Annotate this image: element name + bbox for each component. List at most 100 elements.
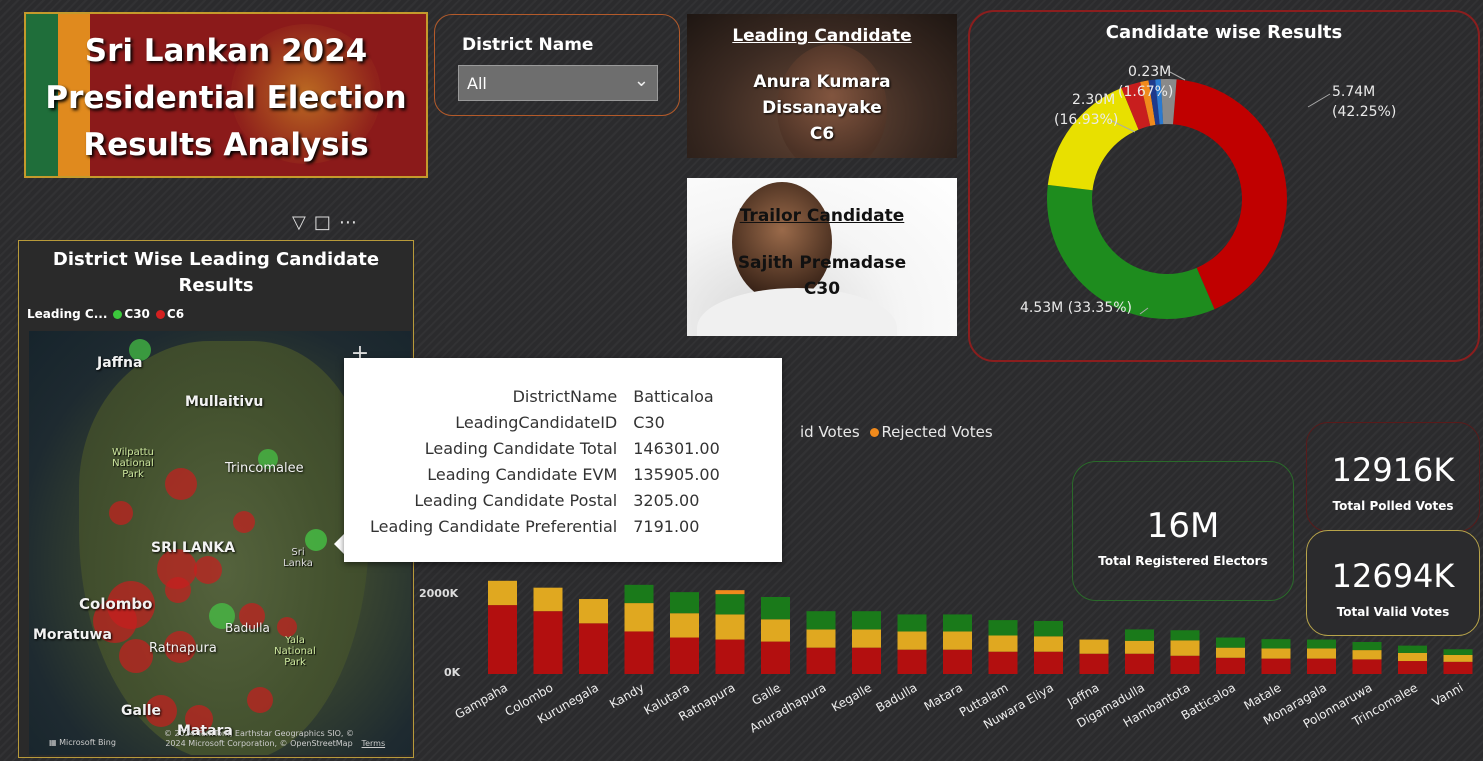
- bar-segment[interactable]: [1307, 648, 1336, 659]
- bar-segment[interactable]: [897, 649, 927, 674]
- bar-segment[interactable]: [852, 647, 881, 674]
- bar-segment[interactable]: [761, 641, 790, 674]
- bar-segment[interactable]: [624, 631, 654, 674]
- bar-segment[interactable]: [1261, 639, 1291, 649]
- bar-segment[interactable]: [1443, 661, 1473, 674]
- map-bubble[interactable]: [194, 556, 222, 584]
- bar-segment[interactable]: [488, 580, 517, 606]
- bar-segment[interactable]: [806, 647, 836, 674]
- y-tick-label: 2000K: [419, 587, 459, 600]
- bar-segment[interactable]: [1216, 657, 1245, 674]
- bar-segment[interactable]: [1398, 652, 1427, 662]
- bar-segment[interactable]: [897, 631, 927, 650]
- bar-segment[interactable]: [943, 631, 972, 650]
- bar-segment[interactable]: [1307, 639, 1336, 649]
- map-bubble[interactable]: [277, 617, 297, 637]
- bar-segment[interactable]: [1216, 637, 1245, 648]
- bar-segment[interactable]: [806, 611, 836, 630]
- focus-mode-icon[interactable]: □: [314, 212, 339, 233]
- kpi-polled-label: Total Polled Votes: [1332, 499, 1454, 513]
- y-tick-label: 0K: [444, 666, 461, 679]
- bar-segment[interactable]: [1034, 636, 1063, 652]
- map-bubble[interactable]: [247, 687, 273, 713]
- slicer-label: District Name: [462, 35, 594, 55]
- filter-icon[interactable]: ▽: [292, 212, 314, 233]
- bar-segment[interactable]: [715, 639, 745, 674]
- bar-segment[interactable]: [1307, 658, 1336, 674]
- trailing-name: Sajith Premadase C30: [687, 250, 957, 302]
- bar-segment[interactable]: [1170, 630, 1200, 641]
- kpi-valid-label: Total Valid Votes: [1336, 605, 1450, 619]
- map-bubble[interactable]: [233, 511, 255, 533]
- bar-segment[interactable]: [761, 597, 790, 620]
- bar-segment[interactable]: [897, 614, 927, 632]
- bar-segment[interactable]: [1443, 649, 1473, 655]
- bar-segment[interactable]: [988, 620, 1018, 636]
- bar-segment[interactable]: [852, 611, 881, 630]
- x-tick-label: Kandy: [607, 680, 646, 711]
- bar-segment[interactable]: [670, 592, 699, 614]
- bar-segment[interactable]: [579, 623, 608, 674]
- bar-segment-rejected[interactable]: [715, 590, 745, 595]
- bar-segment[interactable]: [1261, 648, 1291, 659]
- map-bubble[interactable]: [165, 577, 191, 603]
- bar-segment[interactable]: [715, 614, 745, 640]
- map-bubble[interactable]: [165, 468, 197, 500]
- label-red-percent: (42.25%): [1332, 104, 1397, 120]
- more-options-icon[interactable]: ⋯: [339, 212, 365, 233]
- bar-segment[interactable]: [715, 594, 745, 615]
- tooltip-key: Leading Candidate Total: [424, 439, 618, 458]
- bar-segment[interactable]: [488, 605, 517, 674]
- legend-title: Leading C...: [27, 307, 108, 321]
- bar-segment[interactable]: [1125, 629, 1154, 641]
- x-tick-label: Kegalle: [829, 680, 874, 714]
- tooltip-table: DistrictName Batticaloa LeadingCandidateID…: [362, 384, 728, 540]
- bar-segment[interactable]: [1170, 655, 1200, 674]
- bar-segment[interactable]: [988, 635, 1018, 652]
- place-galle: Galle: [121, 703, 162, 719]
- bar-segment[interactable]: [1125, 640, 1154, 654]
- bar-segment[interactable]: [1398, 645, 1427, 653]
- bar-segment[interactable]: [1443, 654, 1473, 662]
- bar-segment[interactable]: [806, 629, 836, 648]
- district-dropdown[interactable]: All ⌄: [458, 65, 658, 101]
- trailing-id: C30: [803, 279, 841, 299]
- bar-segment[interactable]: [1125, 653, 1154, 674]
- bar-segment[interactable]: [533, 587, 563, 612]
- bar-segment[interactable]: [1079, 639, 1109, 654]
- tooltip-key: LeadingCandidateID: [455, 413, 618, 432]
- map-bubble[interactable]: [119, 639, 153, 673]
- terms-link[interactable]: Terms: [362, 739, 386, 748]
- bar-segment[interactable]: [1216, 647, 1245, 658]
- candidate-results-card: Candidate wise Results 5.74M (42.25%) 4.…: [968, 10, 1480, 362]
- kpi-registered-value: 16M: [1146, 506, 1220, 546]
- bar-segment[interactable]: [1079, 653, 1109, 674]
- bar-segment[interactable]: [624, 603, 654, 632]
- kpi-registered-electors: 16M Total Registered Electors: [1072, 461, 1294, 601]
- tooltip-row: Leading Candidate EVM 135905.00: [362, 462, 728, 488]
- bar-segment[interactable]: [1352, 641, 1382, 651]
- bar-segment[interactable]: [1034, 620, 1063, 637]
- bar-segment[interactable]: [852, 629, 881, 648]
- bar-segment[interactable]: [624, 584, 654, 604]
- bar-segment[interactable]: [1352, 659, 1382, 674]
- district-tooltip: DistrictName Batticaloa LeadingCandidateID…: [344, 358, 782, 562]
- bar-segment[interactable]: [943, 614, 972, 632]
- bar-segment[interactable]: [670, 637, 699, 674]
- bar-segment[interactable]: [670, 613, 699, 638]
- bar-segment[interactable]: [1398, 661, 1427, 674]
- legend-rejected-dot-icon: [870, 428, 880, 437]
- bar-segment[interactable]: [761, 619, 790, 642]
- bar-segment[interactable]: [579, 599, 608, 624]
- district-slicer: District Name All ⌄: [434, 14, 680, 116]
- bar-segment[interactable]: [533, 611, 563, 674]
- map-bubble[interactable]: [109, 501, 133, 525]
- bar-segment[interactable]: [1170, 640, 1200, 656]
- bar-segment[interactable]: [1261, 658, 1291, 674]
- bar-segment[interactable]: [988, 651, 1018, 674]
- tooltip-row: LeadingCandidateID C30: [362, 410, 728, 436]
- bar-segment[interactable]: [1352, 650, 1382, 660]
- title-line-3: Results Analysis: [83, 127, 369, 163]
- bar-segment[interactable]: [943, 649, 972, 674]
- bar-segment[interactable]: [1034, 651, 1063, 674]
